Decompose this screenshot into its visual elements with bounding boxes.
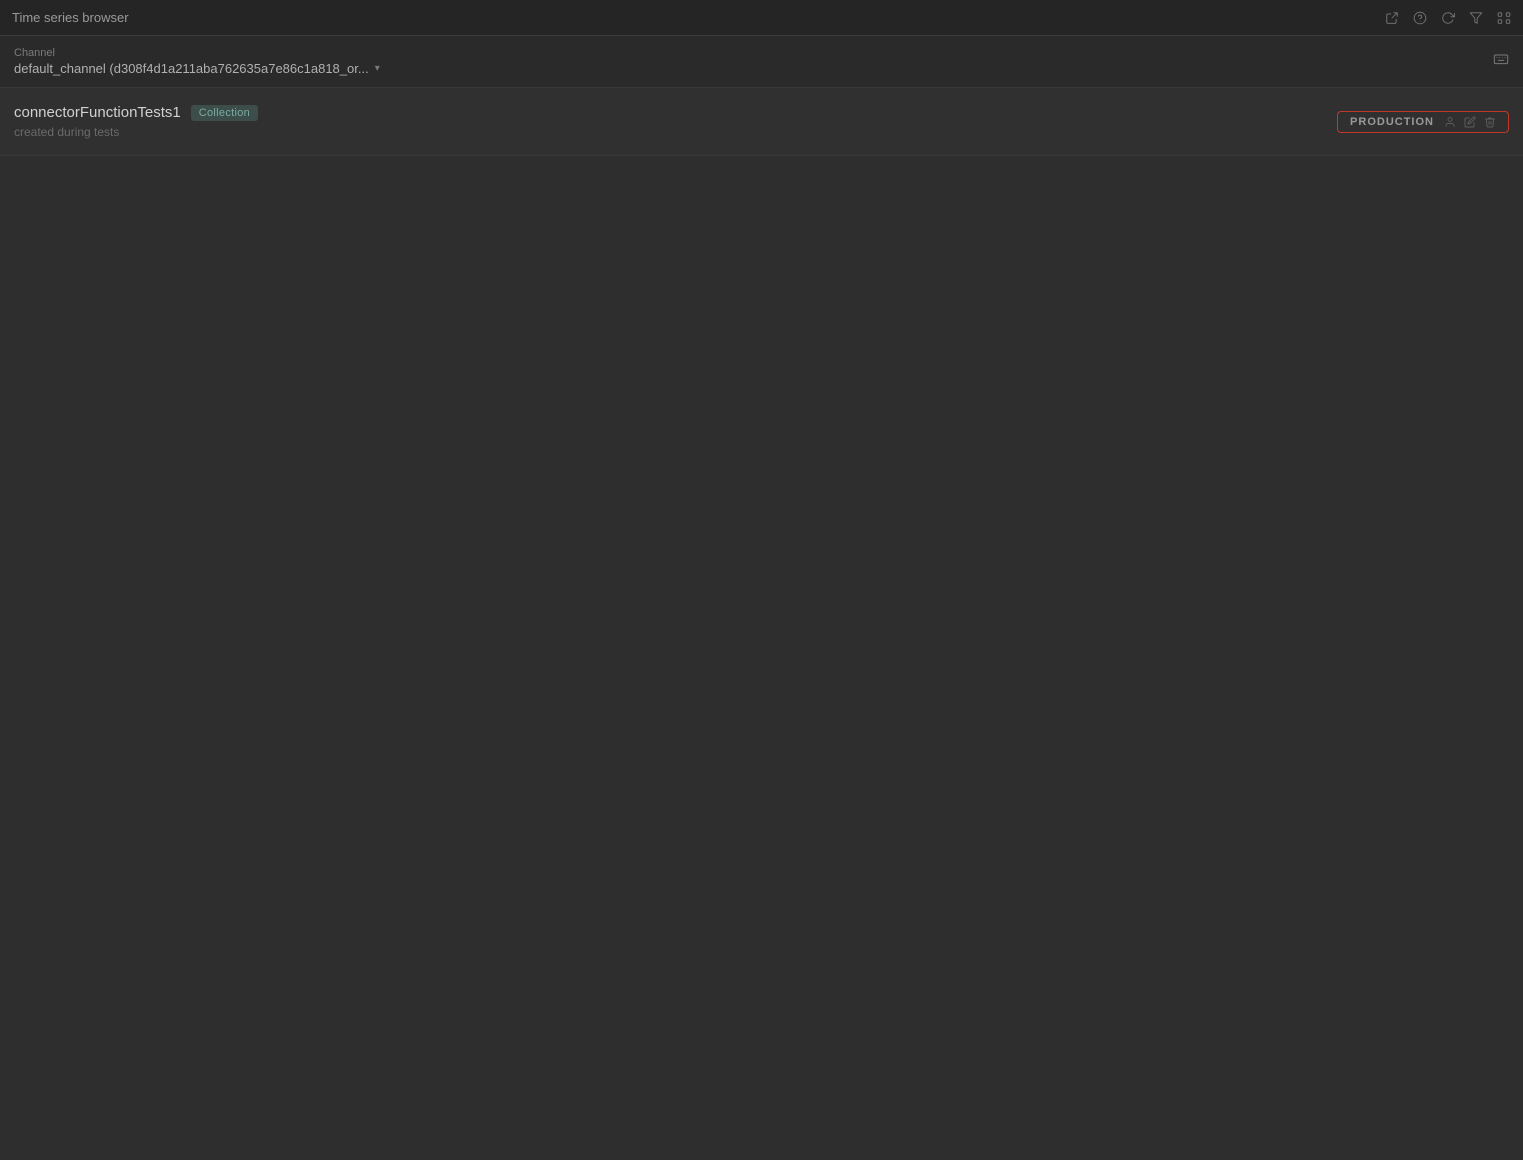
channel-selector[interactable]: default_channel (d308f4d1a211aba762635a7…: [14, 61, 380, 76]
keyboard-shortcut-icon[interactable]: [1493, 51, 1509, 72]
edit-icon[interactable]: [1464, 116, 1476, 128]
refresh-icon[interactable]: [1441, 11, 1455, 25]
item-title-row: connectorFunctionTests1 Collection: [14, 104, 258, 121]
channel-value-text: default_channel (d308f4d1a211aba762635a7…: [14, 61, 369, 76]
item-right: PRODUCTION: [1337, 111, 1509, 133]
export-svg: [1385, 11, 1399, 25]
collection-badge: Collection: [191, 105, 258, 121]
edit-svg: [1464, 116, 1476, 128]
channel-bar-right: [1493, 51, 1509, 72]
settings-icon[interactable]: [1497, 11, 1511, 25]
item-left: connectorFunctionTests1 Collection creat…: [14, 104, 258, 139]
filter-svg: [1469, 11, 1483, 25]
chevron-down-icon: ▾: [375, 63, 380, 74]
production-label: PRODUCTION: [1350, 116, 1434, 128]
production-icons: [1444, 116, 1496, 128]
item-row: connectorFunctionTests1 Collection creat…: [0, 88, 1523, 156]
keyboard-svg: [1493, 51, 1509, 67]
help-icon[interactable]: [1413, 11, 1427, 25]
channel-bar: Channel default_channel (d308f4d1a211aba…: [0, 36, 1523, 88]
user-icon[interactable]: [1444, 116, 1456, 128]
top-bar-icons: [1385, 11, 1511, 25]
channel-info: Channel default_channel (d308f4d1a211aba…: [14, 47, 380, 76]
delete-icon[interactable]: [1484, 116, 1496, 128]
settings-svg: [1497, 11, 1511, 25]
app-title: Time series browser: [12, 10, 129, 25]
user-svg: [1444, 116, 1456, 128]
channel-label: Channel: [14, 47, 380, 59]
top-bar: Time series browser: [0, 0, 1523, 36]
production-environment-box: PRODUCTION: [1337, 111, 1509, 133]
help-svg: [1413, 11, 1427, 25]
main-content: [0, 156, 1523, 1160]
item-subtitle: created during tests: [14, 125, 258, 139]
delete-svg: [1484, 116, 1496, 128]
refresh-svg: [1441, 11, 1455, 25]
export-icon[interactable]: [1385, 11, 1399, 25]
item-title: connectorFunctionTests1: [14, 104, 181, 121]
filter-icon[interactable]: [1469, 11, 1483, 25]
